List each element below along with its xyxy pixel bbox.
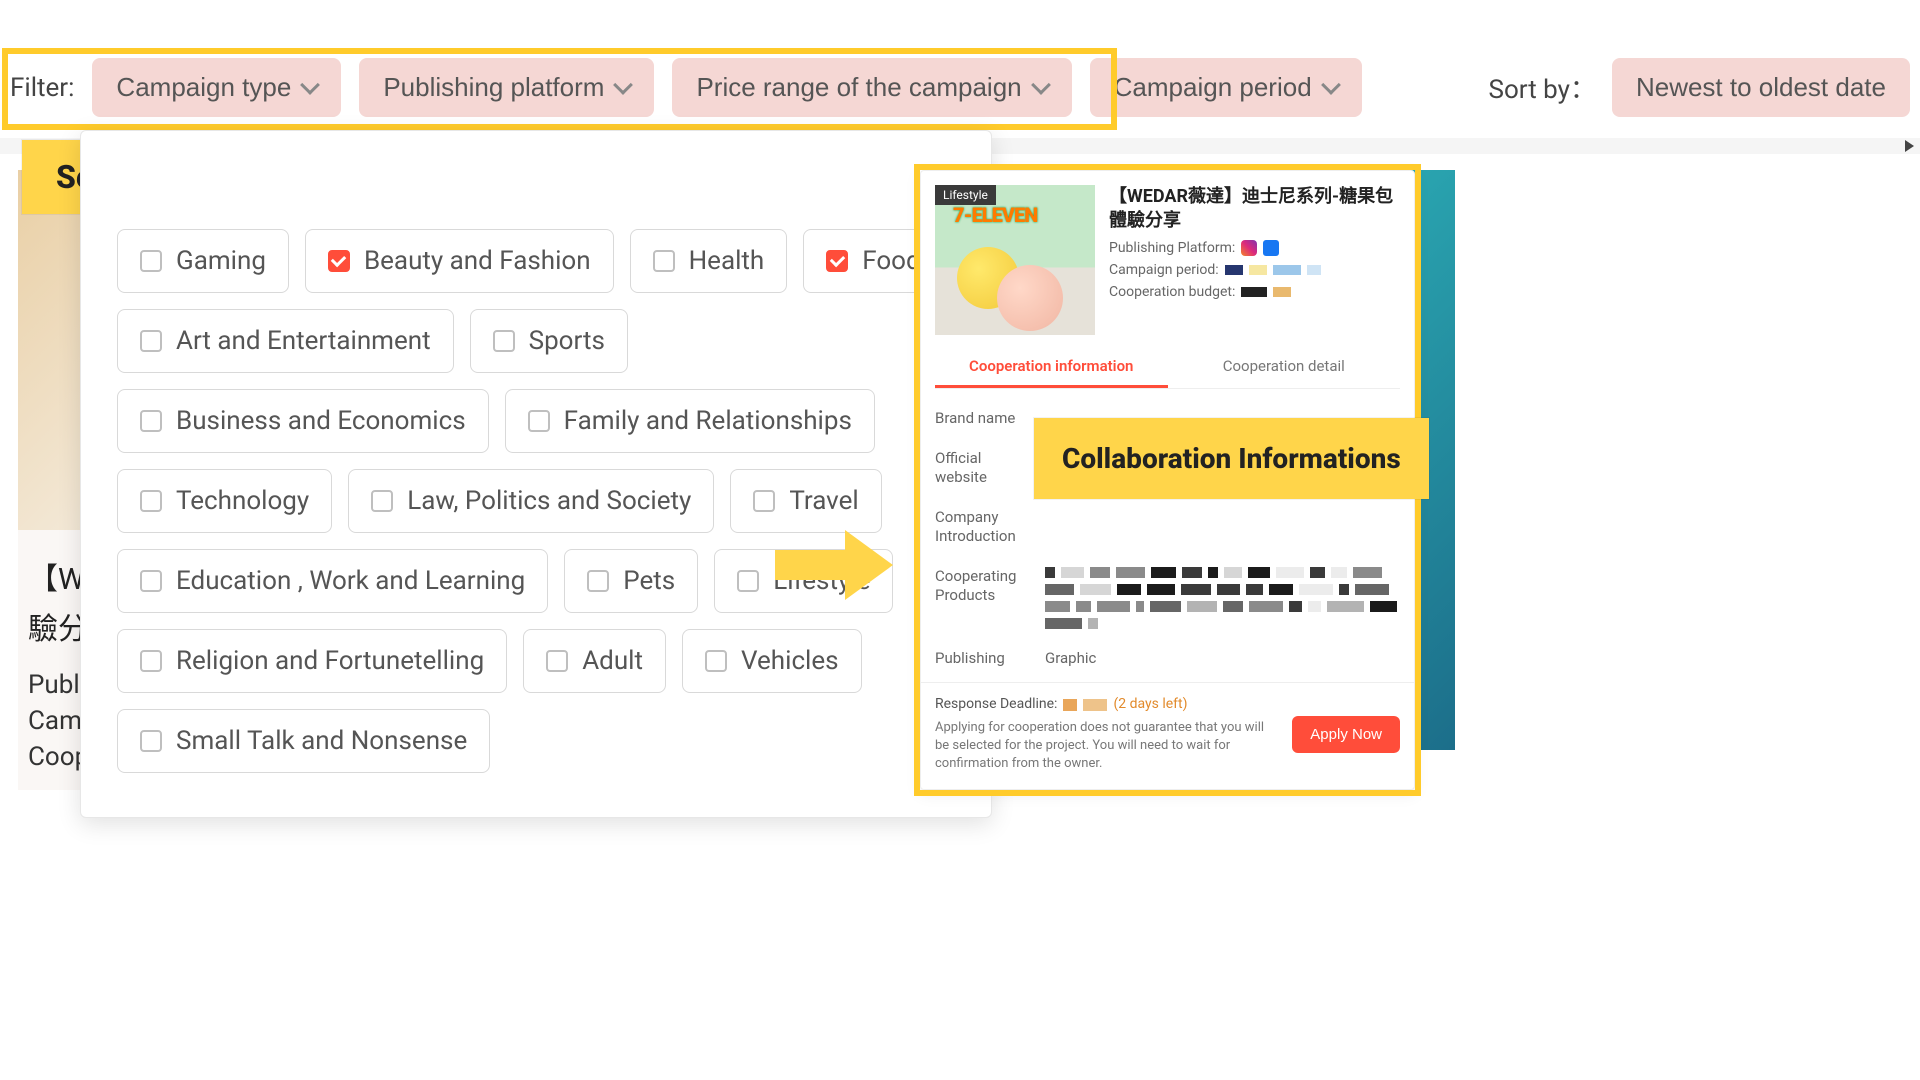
publishing-method-value: Graphic <box>1045 649 1400 669</box>
type-chip-small-talk-and-nonsense[interactable]: Small Talk and Nonsense <box>117 709 490 773</box>
checkbox-icon <box>587 570 609 592</box>
checkbox-icon <box>140 570 162 592</box>
checkbox-icon <box>140 250 162 272</box>
annotation-collab-info: Collaboration Informations <box>1034 418 1429 499</box>
type-chip-religion-and-fortunetelling[interactable]: Religion and Fortunetelling <box>117 629 507 693</box>
field-cooperating-products: Cooperating Products <box>935 567 1031 629</box>
publishing-platform-label: Publishing Platform: <box>1109 240 1235 256</box>
chip-label: Adult <box>582 646 643 676</box>
chip-label: Beauty and Fashion <box>364 246 591 276</box>
checkbox-icon <box>140 650 162 672</box>
tab-cooperation-detail[interactable]: Cooperation detail <box>1168 345 1401 388</box>
chip-label: Religion and Fortunetelling <box>176 646 484 676</box>
chip-label: Sports <box>529 326 605 356</box>
instagram-icon <box>1241 240 1257 256</box>
checkbox-icon <box>140 330 162 352</box>
checkbox-icon <box>753 490 775 512</box>
field-publishing-method: Publishing <box>935 649 1031 669</box>
checkbox-icon <box>826 250 848 272</box>
chip-label: Technology <box>176 486 309 516</box>
type-chip-travel[interactable]: Travel <box>730 469 881 533</box>
detail-tabs: Cooperation information Cooperation deta… <box>935 345 1400 389</box>
type-chip-gaming[interactable]: Gaming <box>117 229 289 293</box>
tab-cooperation-info[interactable]: Cooperation information <box>935 345 1168 388</box>
chip-label: Vehicles <box>741 646 839 676</box>
chip-label: Family and Relationships <box>564 406 852 436</box>
campaign-period-label: Campaign period: <box>1109 262 1219 278</box>
type-chip-technology[interactable]: Technology <box>117 469 332 533</box>
facebook-icon <box>1263 240 1279 256</box>
annotation-border-filter <box>2 48 1117 130</box>
checkbox-icon <box>528 410 550 432</box>
detail-thumbnail: 7-ELEVEN <box>935 185 1095 335</box>
checkbox-icon <box>140 490 162 512</box>
sort-select[interactable]: Newest to oldest date <box>1612 58 1910 117</box>
type-chip-business-and-economics[interactable]: Business and Economics <box>117 389 489 453</box>
type-chip-law-politics-and-society[interactable]: Law, Politics and Society <box>348 469 714 533</box>
type-chip-health[interactable]: Health <box>630 229 788 293</box>
type-chip-pets[interactable]: Pets <box>564 549 698 613</box>
chip-label: Gaming <box>176 246 266 276</box>
chip-label: Health <box>689 246 765 276</box>
apply-disclaimer: Applying for cooperation does not guaran… <box>935 719 1280 774</box>
chip-label: Art and Entertainment <box>176 326 431 356</box>
apply-now-button[interactable]: Apply Now <box>1292 716 1400 753</box>
filter-campaign-period[interactable]: Campaign period <box>1090 58 1362 117</box>
chip-label: Small Talk and Nonsense <box>176 726 467 756</box>
deadline-days-left: (2 days left) <box>1113 695 1187 715</box>
type-chip-beauty-and-fashion[interactable]: Beauty and Fashion <box>305 229 614 293</box>
checkbox-icon <box>328 250 350 272</box>
arrow-icon <box>775 530 905 600</box>
type-chip-family-and-relationships[interactable]: Family and Relationships <box>505 389 875 453</box>
checkbox-icon <box>493 330 515 352</box>
chip-label: Education , Work and Learning <box>176 566 525 596</box>
types-dropdown-panel: Gaming Beauty and Fashion Health Food Art an… <box>80 130 992 818</box>
checkbox-icon <box>653 250 675 272</box>
chevron-down-icon <box>1321 75 1341 95</box>
chip-label: Business and Economics <box>176 406 466 436</box>
lifestyle-tag: Lifestyle <box>935 185 996 205</box>
redacted-products <box>1045 567 1400 629</box>
chip-label: Law, Politics and Society <box>407 486 691 516</box>
type-chip-adult[interactable]: Adult <box>523 629 666 693</box>
sort-by-label: Sort by： <box>1489 69 1596 106</box>
checkbox-icon <box>705 650 727 672</box>
checkbox-icon <box>371 490 393 512</box>
checkbox-icon <box>140 730 162 752</box>
store-logo: 7-ELEVEN <box>953 203 1037 227</box>
type-chip-sports[interactable]: Sports <box>470 309 628 373</box>
field-official-website: Official website <box>935 449 1031 488</box>
checkbox-icon <box>737 570 759 592</box>
type-chip-education-work-and-learning[interactable]: Education , Work and Learning <box>117 549 548 613</box>
type-chip-art-and-entertainment[interactable]: Art and Entertainment <box>117 309 454 373</box>
checkbox-icon <box>546 650 568 672</box>
chip-label: Food <box>862 246 920 276</box>
cooperation-budget-label: Cooperation budget: <box>1109 284 1235 300</box>
response-deadline-label: Response Deadline: <box>935 695 1057 715</box>
field-brand-name: Brand name <box>935 409 1031 429</box>
field-company-intro: Company Introduction <box>935 508 1031 547</box>
chip-label: Travel <box>789 486 858 516</box>
detail-title: 【WEDAR薇達】迪士尼系列-糖果包體驗分享 <box>1109 185 1400 234</box>
checkbox-icon <box>140 410 162 432</box>
type-chip-vehicles[interactable]: Vehicles <box>682 629 862 693</box>
chip-label: Pets <box>623 566 675 596</box>
